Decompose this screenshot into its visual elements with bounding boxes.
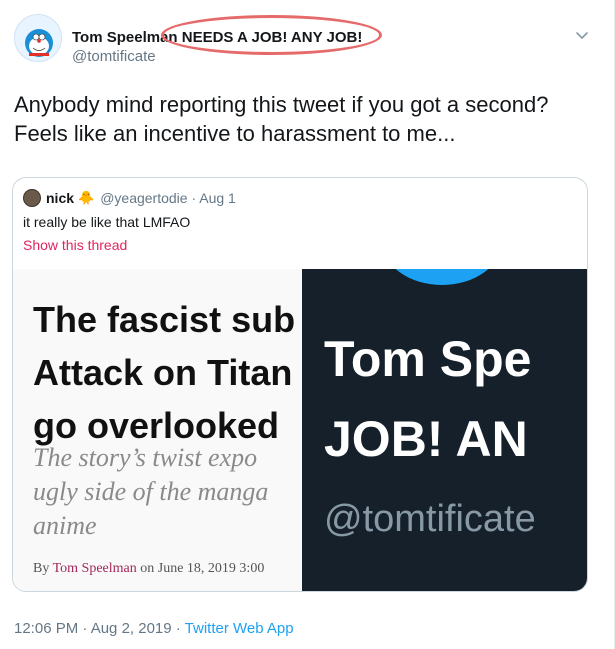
subtitle-line: anime [33,511,97,540]
profile-avatar-crop [382,269,502,285]
quoted-media[interactable]: The fascist sub Attack on Titan go overl… [13,269,587,591]
chevron-down-icon[interactable] [574,28,590,44]
tweet: Tom Speelman NEEDS A JOB! ANY JOB! @tomt… [0,0,615,649]
tweet-text: Anybody mind reporting this tweet if you… [14,90,604,148]
quoted-author-handle: @yeagertodie · Aug 1 [100,190,236,206]
tweet-metadata: 12:06 PM · Aug 2, 2019 · Twitter Web App [14,620,294,637]
chick-emoji-icon: 🐥 [78,190,95,205]
byline-author: Tom Speelman [52,561,137,576]
article-headline: The fascist sub Attack on Titan go overl… [33,293,302,452]
quoted-tweet[interactable]: nick 🐥 @yeagertodie · Aug 1 it really be… [12,177,588,592]
avatar[interactable] [14,14,62,62]
subtitle-line: The story’s twist expo [33,443,258,472]
quoted-author-name[interactable]: nick [46,190,74,206]
headline-line: The fascist sub [33,299,296,340]
byline-prefix: By [33,561,53,576]
source-app-link[interactable]: Twitter Web App [185,620,294,637]
red-ellipse-annotation [161,15,382,55]
author-handle[interactable]: @tomtificate [72,48,156,65]
doraemon-avatar-icon [25,29,53,57]
byline-date: on June 18, 2019 3:00 [136,561,265,576]
quoted-tweet-text: it really be like that LMFAO [23,214,191,230]
quoted-tweet-header: nick 🐥 @yeagertodie · Aug 1 [23,188,236,208]
quoted-avatar[interactable] [23,189,41,207]
article-subtitle: The story’s twist expo ugly side of the … [33,441,302,543]
profile-tagline-crop: JOB! AN [324,411,528,467]
article-byline: By Tom Speelman on June 18, 2019 3:00 [33,561,264,577]
profile-handle-crop: @tomtificate [324,498,536,540]
show-thread-link[interactable]: Show this thread [23,237,127,253]
article-screenshot[interactable]: The fascist sub Attack on Titan go overl… [13,269,302,591]
tweet-text-line: Feels like an incentive to harassment to… [14,121,456,146]
tweet-text-line: Anybody mind reporting this tweet if you… [14,92,549,117]
profile-screenshot[interactable]: Tom Spe JOB! AN @tomtificate [302,269,587,591]
profile-name-crop: Tom Spe [324,331,532,387]
subtitle-line: ugly side of the manga [33,477,269,506]
headline-line: Attack on Titan [33,352,293,393]
timestamp[interactable]: 12:06 PM · Aug 2, 2019 · [14,620,185,637]
